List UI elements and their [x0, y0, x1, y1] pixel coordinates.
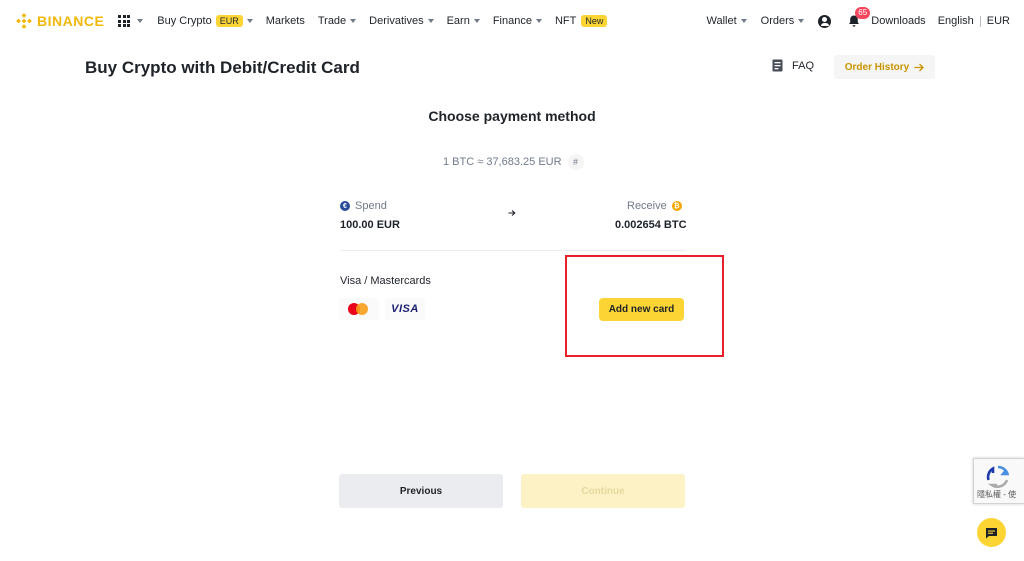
nav-wallet-label: Wallet — [706, 15, 737, 27]
notification-count-badge: 65 — [855, 7, 871, 19]
nav-orders[interactable]: Orders — [761, 15, 805, 27]
receive-label-text: Receive — [627, 200, 667, 212]
nav-derivatives-label: Derivatives — [369, 15, 424, 27]
nav-nft[interactable]: NFT New — [554, 15, 608, 27]
previous-button[interactable]: Previous — [339, 474, 503, 508]
nav-divider — [979, 15, 981, 27]
add-new-card-button[interactable]: Add new card — [599, 298, 684, 321]
chevron-down-icon — [246, 19, 253, 23]
section-title: Choose payment method — [428, 108, 596, 124]
nav-nft-label: NFT — [554, 15, 577, 27]
spend-label: € Spend — [340, 200, 387, 212]
chevron-down-icon — [473, 19, 480, 23]
arrow-right-icon — [914, 63, 925, 71]
order-history-button[interactable]: Order History — [834, 55, 935, 79]
brand-name: BINANCE — [37, 13, 105, 29]
nav-language[interactable]: English — [938, 15, 974, 27]
nav-downloads-label: Downloads — [871, 15, 926, 27]
nav-finance-label: Finance — [492, 15, 532, 27]
arrow-right-icon — [508, 209, 516, 219]
spend-label-text: Spend — [355, 200, 387, 212]
notification-bell[interactable]: 65 — [847, 7, 871, 28]
nav-derivatives[interactable]: Derivatives — [369, 15, 434, 27]
document-icon — [772, 59, 783, 72]
refresh-rate-icon[interactable]: # — [567, 154, 584, 170]
mastercard-logo — [339, 298, 379, 320]
card-section-label: Visa / Mastercards — [340, 275, 431, 287]
user-icon[interactable] — [818, 14, 832, 28]
nav-currency-label: EUR — [986, 15, 1010, 27]
nav-currency[interactable]: EUR — [987, 15, 1010, 27]
nav-buy-crypto-label: Buy Crypto — [157, 15, 212, 27]
receive-label: Receive ₿ — [627, 200, 682, 212]
chevron-down-icon — [740, 19, 747, 23]
chevron-down-icon — [798, 19, 805, 23]
nav-markets[interactable]: Markets — [266, 15, 305, 27]
recaptcha-text: 隱私權 - 使 — [977, 490, 1017, 499]
receive-amount: 0.002654 BTC — [615, 219, 687, 231]
recaptcha-icon — [986, 465, 1010, 488]
continue-button[interactable]: Continue — [521, 474, 685, 508]
chat-icon — [986, 527, 997, 538]
chevron-down-icon — [427, 19, 434, 23]
chevron-down-icon — [137, 19, 144, 23]
new-badge: New — [581, 15, 608, 27]
euro-coin-icon: € — [340, 201, 350, 211]
exchange-rate-text: 1 BTC ≈ 37,683.25 EUR — [443, 156, 562, 168]
apps-menu[interactable] — [118, 15, 144, 27]
nav-markets-label: Markets — [265, 15, 305, 27]
support-chat-button[interactable] — [977, 518, 1006, 547]
page-title: Buy Crypto with Debit/Credit Card — [85, 58, 360, 77]
top-nav: BINANCE Buy Crypto EUR Markets Trade Der… — [0, 0, 1024, 42]
grid-menu-icon — [118, 15, 131, 27]
binance-logo-icon — [16, 13, 32, 29]
nav-downloads[interactable]: Downloads — [871, 15, 925, 27]
nav-finance[interactable]: Finance — [493, 15, 542, 27]
order-history-label: Order History — [844, 61, 910, 73]
faq-link[interactable]: FAQ — [772, 59, 814, 72]
bitcoin-coin-icon: ₿ — [671, 201, 682, 211]
nav-earn-label: Earn — [446, 15, 470, 27]
chevron-down-icon — [535, 19, 542, 23]
nav-trade[interactable]: Trade — [317, 15, 357, 27]
nav-orders-label: Orders — [760, 15, 795, 27]
chevron-down-icon — [350, 19, 357, 23]
nav-right: Wallet Orders 65 Downloads English EUR — [706, 0, 1010, 42]
exchange-rate: 1 BTC ≈ 37,683.25 EUR # — [443, 154, 584, 170]
spend-amount: 100.00 EUR — [340, 219, 400, 231]
binance-logo[interactable]: BINANCE — [16, 13, 104, 29]
nav-trade-label: Trade — [317, 15, 347, 27]
recaptcha-badge[interactable]: 隱私權 - 使 — [973, 458, 1024, 504]
currency-badge: EUR — [215, 15, 243, 27]
faq-label: FAQ — [792, 59, 815, 72]
visa-logo: VISA — [385, 298, 425, 320]
nav-language-label: English — [937, 15, 974, 27]
nav-buy-crypto[interactable]: Buy Crypto EUR — [157, 15, 253, 27]
nav-wallet[interactable]: Wallet — [706, 15, 747, 27]
nav-earn[interactable]: Earn — [447, 15, 480, 27]
section-divider — [340, 250, 685, 251]
